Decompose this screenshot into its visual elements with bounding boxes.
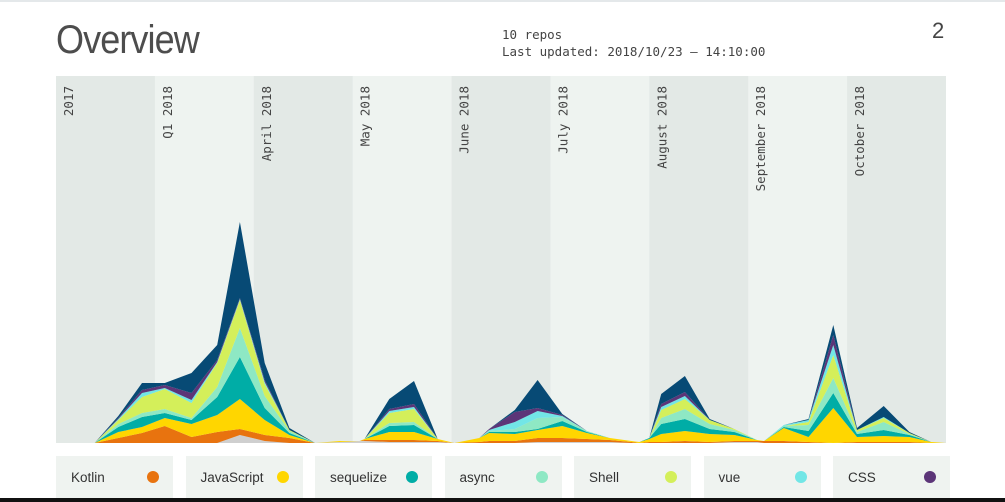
legend-item-css[interactable]: CSS — [833, 456, 950, 498]
legend-label: Kotlin — [71, 469, 105, 485]
top-border — [0, 0, 1005, 2]
legend-label: vue — [718, 469, 741, 485]
legend-item-shell[interactable]: Shell — [574, 456, 691, 498]
band-label: August 2018 — [654, 86, 669, 169]
legend-dot-icon — [147, 471, 159, 483]
legend-dot-icon — [276, 471, 289, 483]
band-label: October 2018 — [852, 86, 867, 176]
legend-item-vue[interactable]: vue — [703, 456, 821, 498]
band-label: April 2018 — [259, 86, 274, 161]
legend-item-sequelize[interactable]: sequelize — [315, 456, 432, 498]
streamgraph-chart: 2017 Q1 2018 April 2018 May 2018 June 2018 Ju… — [56, 76, 946, 443]
band-label: September 2018 — [753, 86, 768, 191]
legend-dot-icon — [924, 471, 936, 483]
legend-label: Shell — [589, 469, 620, 485]
repo-count: 10 repos — [502, 27, 563, 42]
legend-item-javascript[interactable]: JavaScript — [185, 456, 303, 498]
legend-dot-icon — [535, 471, 548, 483]
band-label: June 2018 — [457, 86, 472, 154]
page-number: 2 — [932, 18, 945, 43]
legend-label: sequelize — [330, 469, 388, 485]
legend-label: async — [459, 469, 495, 485]
legend-dot-icon — [406, 471, 418, 483]
legend-label: JavaScript — [200, 469, 264, 485]
header-meta: 10 repos Last updated: 2018/10/23 – 14:1… — [502, 26, 765, 60]
band-label: Q1 2018 — [160, 86, 175, 139]
legend-label: CSS — [848, 469, 876, 485]
legend-dot-icon — [794, 471, 807, 483]
band-label: May 2018 — [358, 86, 373, 146]
legend-item-async[interactable]: async — [444, 456, 562, 498]
legend: Kotlin JavaScript sequelize async Shell vue CS… — [56, 456, 950, 498]
page-title: Overview — [56, 18, 200, 62]
band-label: 2017 — [61, 86, 76, 116]
legend-item-kotlin[interactable]: Kotlin — [56, 456, 173, 498]
legend-dot-icon — [665, 471, 677, 483]
last-updated: Last updated: 2018/10/23 – 14:10:00 — [502, 44, 766, 59]
bottom-border — [0, 498, 1005, 502]
band-label: July 2018 — [555, 86, 570, 154]
